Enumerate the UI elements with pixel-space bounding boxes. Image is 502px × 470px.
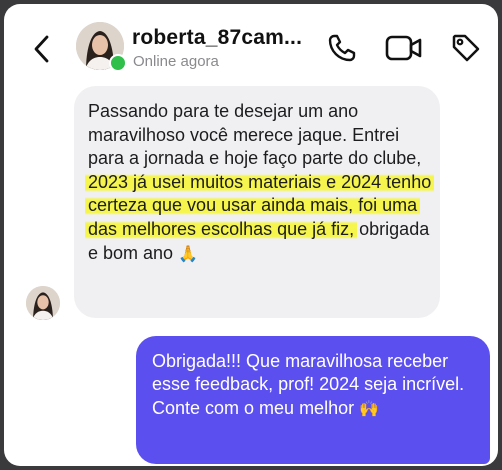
avatar-photo-small bbox=[26, 286, 60, 320]
video-camera-icon bbox=[385, 35, 422, 61]
contact-username[interactable]: roberta_87cam... bbox=[132, 26, 302, 50]
tag-button[interactable] bbox=[450, 32, 482, 64]
phone-icon bbox=[328, 34, 356, 62]
incoming-message-text: Passando para te desejar um ano maravilh… bbox=[85, 100, 438, 266]
raising-hands-emoji: 🙌 bbox=[359, 400, 380, 418]
chat-window: roberta_87cam... Online agora Passando p… bbox=[4, 4, 498, 466]
chevron-left-icon bbox=[34, 35, 49, 63]
video-call-button[interactable] bbox=[384, 32, 424, 64]
incoming-text-part: Passando para te desejar um ano maravilh… bbox=[88, 101, 422, 169]
online-indicator bbox=[109, 54, 127, 72]
outgoing-text: Obrigada!!! Que maravilhosa receber esse… bbox=[152, 351, 465, 418]
chat-header: roberta_87cam... Online agora bbox=[4, 4, 498, 90]
tag-icon bbox=[452, 34, 480, 62]
call-button[interactable] bbox=[326, 32, 358, 64]
outgoing-message-text: Obrigada!!! Que maravilhosa receber esse… bbox=[152, 350, 482, 421]
presence-status: Online agora bbox=[133, 53, 219, 70]
praying-hands-emoji: 🙏 bbox=[178, 245, 198, 263]
back-button[interactable] bbox=[30, 34, 54, 64]
sender-avatar[interactable] bbox=[26, 286, 60, 320]
